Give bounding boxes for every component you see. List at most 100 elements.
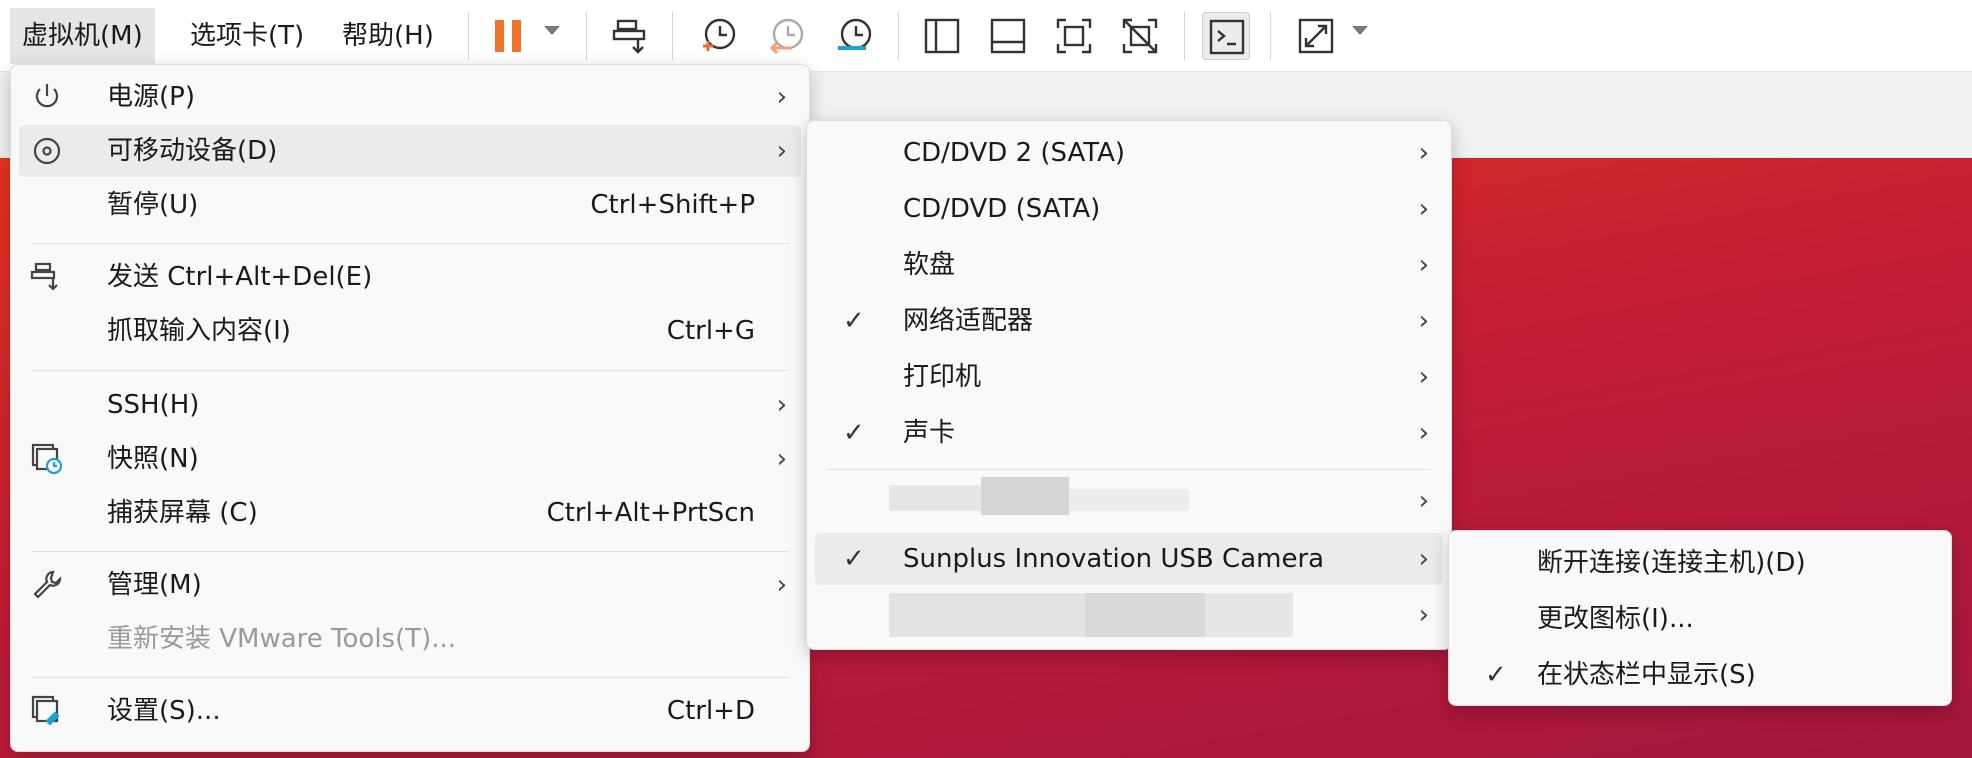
send-ctrl-alt-del-icon[interactable] [608,12,656,60]
toolbar-separator [586,12,587,60]
menu-item-label: 设置(S)... [107,696,221,726]
menu-help[interactable]: 帮助(H) [330,8,446,64]
device-item-floppy[interactable]: 软盘 › [815,239,1443,291]
camera-item-show-in-statusbar[interactable]: ✓ 在状态栏中显示(S) [1457,649,1943,701]
menu-item-ssh[interactable]: SSH(H) › [19,379,801,431]
submenu-arrow-icon: › [1418,362,1429,392]
menu-item-removable-devices[interactable]: 可移动设备(D) › [19,125,801,177]
submenu-arrow-icon: › [776,82,787,112]
redacted-text [1069,489,1189,511]
unity-icon[interactable] [1116,12,1164,60]
toolbar: 虚拟机(M) 选项卡(T) 帮助(H) [0,0,1972,72]
shortcut-label: Ctrl+G [666,316,755,346]
device-item-cd-dvd[interactable]: CD/DVD (SATA) › [815,183,1443,235]
device-item-network-adapter[interactable]: ✓ 网络适配器 › [815,295,1443,347]
settings-icon [29,693,65,729]
toolbar-separator [898,12,899,60]
menu-separator [31,677,789,678]
menu-item-label: 声卡 [903,418,956,448]
submenu-arrow-icon: › [776,390,787,420]
submenu-arrow-icon: › [1418,194,1429,224]
menu-item-grab-input[interactable]: 抓取输入内容(I) Ctrl+G [19,305,801,357]
shortcut-label: Ctrl+Shift+P [590,190,755,220]
vm-menu: 电源(P) › 可移动设备(D) › 暂停(U) Ctrl+Shift+P 发送… [10,64,810,752]
checkmark-icon: ✓ [843,306,865,336]
menu-item-label: 抓取输入内容(I) [107,316,291,346]
console-icon[interactable] [1202,12,1250,60]
menu-item-power[interactable]: 电源(P) › [19,71,801,123]
submenu-arrow-icon: › [1418,138,1429,168]
toolbar-separator [1270,12,1271,60]
device-item-printer[interactable]: 打印机 › [815,351,1443,403]
menu-item-label: 软盘 [903,250,956,280]
menu-item-label: 发送 Ctrl+Alt+Del(E) [107,262,373,292]
camera-item-change-icon[interactable]: 更改图标(I)... [1457,593,1943,645]
submenu-arrow-icon: › [776,136,787,166]
device-item-redacted[interactable]: › [815,589,1443,641]
removable-devices-submenu: CD/DVD 2 (SATA) › CD/DVD (SATA) › 软盘 › ✓… [806,120,1452,650]
disc-icon [29,133,65,169]
menu-item-label: Sunplus Innovation USB Camera [903,544,1325,574]
snapshot-manager-icon[interactable] [830,12,878,60]
snapshot-icon [29,441,65,477]
menu-item-label: 管理(M) [107,570,202,600]
redacted-text [1085,593,1205,637]
menu-item-label: 可移动设备(D) [107,136,278,166]
submenu-arrow-icon: › [1418,418,1429,448]
menu-item-label: 在状态栏中显示(S) [1537,660,1756,690]
menu-item-capture-screen[interactable]: 捕获屏幕 (C) Ctrl+Alt+PrtScn [19,487,801,539]
submenu-arrow-icon: › [1418,544,1429,574]
device-item-sound-card[interactable]: ✓ 声卡 › [815,407,1443,459]
pause-icon[interactable] [484,12,532,60]
menu-item-label: 重新安装 VMware Tools(T)... [107,624,457,654]
send-keys-icon [29,259,65,295]
snapshot-take-icon[interactable] [694,12,742,60]
menu-item-pause[interactable]: 暂停(U) Ctrl+Shift+P [19,179,801,231]
menu-separator [31,370,789,371]
menu-item-settings[interactable]: 设置(S)... Ctrl+D [19,685,801,737]
redacted-text [889,593,1085,637]
camera-item-disconnect[interactable]: 断开连接(连接主机)(D) [1457,537,1943,589]
pause-dropdown-caret[interactable] [544,26,560,35]
device-item-usb-camera[interactable]: ✓ Sunplus Innovation USB Camera › [815,533,1443,585]
toolbar-separator [468,12,469,60]
device-item-cd-dvd-2[interactable]: CD/DVD 2 (SATA) › [815,127,1443,179]
stretch-icon[interactable] [1292,12,1340,60]
device-item-redacted[interactable]: › [815,475,1443,527]
fullscreen-icon[interactable] [1050,12,1098,60]
menu-item-send-ctrl-alt-del[interactable]: 发送 Ctrl+Alt+Del(E) [19,251,801,303]
submenu-arrow-icon: › [1418,486,1429,516]
menu-item-reinstall-tools: 重新安装 VMware Tools(T)... [19,613,801,665]
menu-item-label: 打印机 [903,362,982,392]
checkmark-icon: ✓ [843,418,865,448]
power-icon [29,79,65,115]
menu-item-snapshot[interactable]: 快照(N) › [19,433,801,485]
menu-vm[interactable]: 虚拟机(M) [10,8,155,64]
shortcut-label: Ctrl+Alt+PrtScn [546,498,755,528]
toolbar-separator [672,12,673,60]
submenu-arrow-icon: › [776,444,787,474]
toolbar-separator [1184,12,1185,60]
checkmark-icon: ✓ [1485,660,1507,690]
usb-camera-submenu: 断开连接(连接主机)(D) 更改图标(I)... ✓ 在状态栏中显示(S) [1448,530,1952,706]
menu-item-label: SSH(H) [107,390,200,420]
submenu-arrow-icon: › [1418,600,1429,630]
menu-item-label: 捕获屏幕 (C) [107,498,258,528]
menu-item-label: 网络适配器 [903,306,1034,336]
menu-separator [31,243,789,244]
menu-separator [827,469,1431,470]
thumbnail-view-icon[interactable] [984,12,1032,60]
stretch-dropdown-caret[interactable] [1352,26,1368,35]
menu-item-label: 快照(N) [107,444,199,474]
menu-item-label: 暂停(U) [107,190,199,220]
menu-item-manage[interactable]: 管理(M) › [19,559,801,611]
snapshot-revert-icon[interactable] [762,12,810,60]
submenu-arrow-icon: › [1418,306,1429,336]
library-view-icon[interactable] [918,12,966,60]
menu-item-label: 电源(P) [107,82,195,112]
submenu-arrow-icon: › [1418,250,1429,280]
menu-tabs[interactable]: 选项卡(T) [178,8,316,64]
redacted-text [889,485,981,511]
menu-separator [31,551,789,552]
checkmark-icon: ✓ [843,544,865,574]
